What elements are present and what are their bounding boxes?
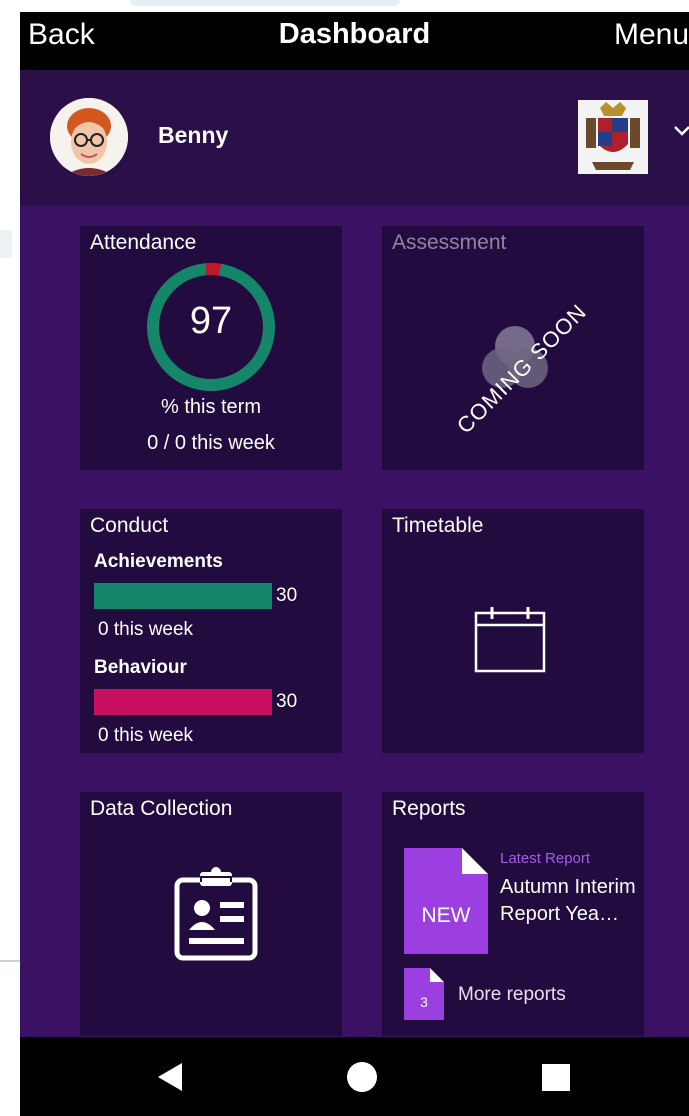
- assessment-tile[interactable]: Assessment COMING SOON: [382, 226, 644, 470]
- circle-home-icon[interactable]: [342, 1037, 382, 1116]
- latest-report-label: Latest Report: [500, 850, 591, 867]
- app-screen: Back Dashboard Menu Benny Attendance 97 …: [20, 0, 689, 1116]
- data-collection-tile[interactable]: Data Collection: [80, 792, 342, 1036]
- tile-title: Timetable: [392, 514, 484, 537]
- achievements-value: 30: [276, 585, 298, 606]
- user-bar: Benny: [20, 70, 689, 206]
- doc-fold: [462, 848, 488, 874]
- tile-title: Data Collection: [90, 797, 233, 820]
- screen-margin: [0, 0, 20, 1116]
- avatar[interactable]: [50, 98, 128, 176]
- new-badge: NEW: [421, 904, 471, 927]
- more-reports-doc-icon[interactable]: 3: [404, 968, 444, 1020]
- doc-fold: [430, 968, 444, 982]
- page-title: Dashboard: [278, 18, 431, 50]
- triangle-back-icon[interactable]: [150, 1037, 190, 1116]
- school-crest-icon[interactable]: [578, 100, 648, 174]
- tile-title: Reports: [392, 797, 466, 820]
- user-name: Benny: [158, 122, 229, 148]
- margin-mark: [0, 230, 12, 258]
- chevron-down-icon[interactable]: [672, 120, 689, 148]
- conduct-tile[interactable]: Conduct Achievements 30 0 this week Beha…: [80, 509, 342, 753]
- latest-report-name[interactable]: Autumn Interim Report Yea…: [500, 874, 640, 928]
- status-strip: [20, 0, 689, 12]
- attendance-tile[interactable]: Attendance 97 % this term 0 / 0 this wee…: [80, 226, 342, 470]
- top-nav-bar: Back Dashboard Menu: [20, 12, 689, 70]
- timetable-tile[interactable]: Timetable: [382, 509, 644, 753]
- attendance-caption: % this term: [160, 396, 262, 418]
- status-pill: [130, 0, 400, 6]
- attendance-week: 0 / 0 this week: [147, 432, 275, 454]
- tile-title: Attendance: [90, 231, 197, 254]
- more-reports-count: 3: [420, 994, 428, 1010]
- behaviour-value: 30: [276, 691, 298, 712]
- student-avatar-icon: [50, 98, 128, 176]
- system-nav-bar: [20, 1037, 689, 1116]
- behaviour-week: 0 this week: [98, 725, 194, 746]
- square-recents-icon[interactable]: [536, 1037, 576, 1116]
- reports-tile[interactable]: Reports NEW Latest Report Autumn Interim…: [382, 792, 644, 1036]
- tile-title: Assessment: [392, 231, 507, 254]
- clipboard-icon: [174, 867, 258, 961]
- coming-soon-badge: COMING SOON: [451, 298, 592, 439]
- menu-button[interactable]: Menu: [614, 18, 689, 52]
- achievements-bar: [94, 583, 272, 609]
- attendance-percent: 97: [189, 300, 233, 342]
- more-reports-link[interactable]: More reports: [458, 984, 566, 1006]
- behaviour-bar: [94, 689, 272, 715]
- margin-line: [0, 960, 20, 962]
- tile-title: Conduct: [90, 514, 169, 537]
- behaviour-label: Behaviour: [94, 657, 187, 678]
- achievements-label: Achievements: [94, 551, 223, 572]
- latest-report-doc-icon[interactable]: NEW: [404, 848, 488, 954]
- calendar-icon: [474, 607, 546, 673]
- achievements-week: 0 this week: [98, 619, 194, 640]
